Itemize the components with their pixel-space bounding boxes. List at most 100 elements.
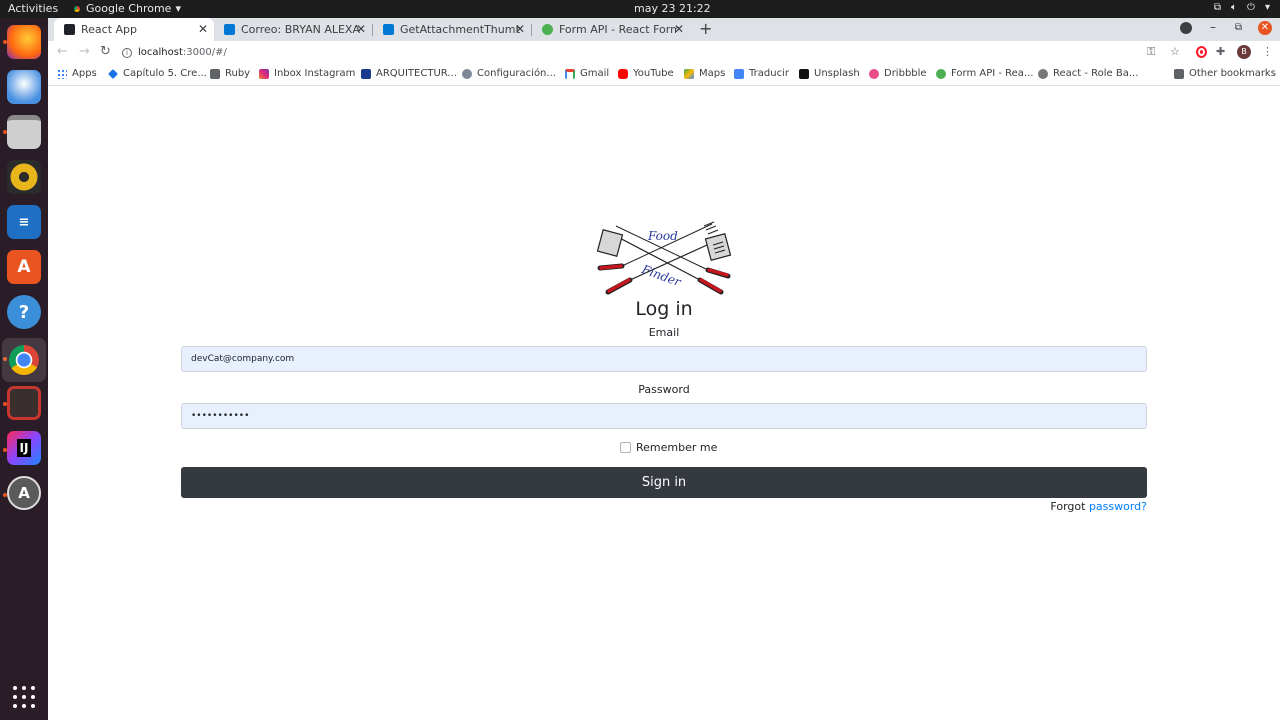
tab-search-icon[interactable] (1180, 22, 1192, 34)
password-value: ••••••••••• (191, 411, 250, 421)
tab-correo[interactable]: Correo: BRYAN ALEXANDE ✕ (214, 18, 372, 41)
translate-icon (734, 68, 744, 79)
bookmark-label: Form API - Rea... (951, 68, 1034, 79)
back-icon[interactable]: ← (57, 44, 68, 59)
window-close-icon[interactable]: ✕ (1258, 21, 1272, 35)
email-label: Email (648, 326, 680, 339)
system-tray[interactable]: ⧉ 🔈︎ ⏻ ▾ (1214, 2, 1270, 13)
intellij-logo-icon: IJ (16, 439, 32, 457)
unsplash-icon (799, 68, 809, 79)
bookmark-dribbble[interactable]: Dribbble (869, 68, 927, 79)
bookmark-capitulo[interactable]: Capítulo 5. Cre... (108, 68, 207, 79)
volume-icon: 🔈︎ (1231, 2, 1238, 13)
rhythmbox-icon[interactable] (7, 160, 41, 194)
bookmark-label: Ruby (225, 68, 251, 79)
password-field[interactable]: ••••••••••• (181, 403, 1147, 429)
remember-checkbox[interactable] (620, 442, 631, 453)
address-bar[interactable]: i localhost:3000/#/ (122, 43, 1172, 62)
activities-button[interactable]: Activities (8, 2, 58, 15)
thunderbird-icon[interactable] (7, 70, 41, 104)
close-icon[interactable]: ✕ (674, 22, 684, 36)
profile-avatar[interactable]: B (1237, 45, 1251, 59)
bookmark-unsplash[interactable]: Unsplash (799, 68, 860, 79)
extensions-puzzle-icon[interactable]: ✚ (1216, 45, 1225, 58)
bookmark-arquitectura[interactable]: ARQUITECTUR... (361, 68, 457, 79)
chrome-icon-active[interactable] (2, 338, 46, 382)
bookmark-label: Inbox Instagram (274, 68, 356, 79)
forward-icon[interactable]: → (79, 44, 90, 59)
bookmark-label: Dribbble (884, 68, 927, 79)
folder-icon (1174, 68, 1184, 79)
bookmark-traducir[interactable]: Traducir (734, 68, 789, 79)
opera-extension-icon[interactable] (1196, 46, 1207, 58)
bookmark-label: ARQUITECTUR... (376, 68, 457, 79)
tab-form-api[interactable]: Form API - React Form Co ✕ (532, 18, 690, 41)
tab-react-app[interactable]: React App ✕ (54, 18, 214, 41)
password-label: Password (638, 383, 690, 396)
outlook-favicon-icon (383, 24, 394, 35)
bookmark-react-role[interactable]: React - Role Ba... (1038, 68, 1138, 79)
bookmark-configuracion[interactable]: Configuración... (462, 68, 556, 79)
page-content: Food Finder Log in Email devCat@company.… (48, 87, 1280, 720)
bookmark-star-icon[interactable]: ☆ (1170, 45, 1180, 58)
help-icon[interactable]: ? (7, 295, 41, 329)
bookmark-instagram[interactable]: Inbox Instagram (259, 68, 355, 79)
network-icon: ⧉ (1213, 2, 1222, 13)
close-icon[interactable]: ✕ (356, 22, 366, 36)
tab-title: Form API - React Form Co (559, 23, 679, 36)
tab-attachment[interactable]: GetAttachmentThumbnail ✕ (373, 18, 531, 41)
instagram-icon (259, 68, 269, 79)
intellij-icon[interactable]: IJ (7, 431, 41, 465)
chrome-icon (72, 3, 82, 14)
bookmark-label: Apps (72, 68, 97, 79)
system-top-bar: Activities Google Chrome ▾ may 23 21:22 … (0, 0, 1280, 18)
restore-icon[interactable]: ⧉ (1235, 22, 1242, 33)
bookmark-label: Maps (699, 68, 726, 79)
eu-flag-icon (361, 68, 371, 79)
forgot-prefix: Forgot (1050, 500, 1089, 513)
bookmark-gmail[interactable]: Gmail (565, 68, 609, 79)
bookmark-label: Gmail (580, 68, 610, 79)
bookmark-youtube[interactable]: YouTube (618, 68, 674, 79)
bookmark-ruby[interactable]: Ruby (210, 68, 250, 79)
close-icon[interactable]: ✕ (515, 22, 525, 36)
bookmark-maps[interactable]: Maps (684, 68, 725, 79)
minimize-icon[interactable]: – (1210, 20, 1216, 34)
tab-title: Correo: BRYAN ALEXANDE (241, 23, 361, 36)
bookmark-other[interactable]: Other bookmarks (1174, 68, 1276, 79)
firefox-icon[interactable] (7, 25, 41, 59)
bookmark-label: Unsplash (814, 68, 860, 79)
bookmark-form-api[interactable]: Form API - Rea... (936, 68, 1033, 79)
page-title: Log in (635, 298, 693, 320)
menu-kebab-icon[interactable]: ⋮ (1262, 45, 1273, 58)
files-icon[interactable] (7, 115, 41, 149)
sign-in-button[interactable]: Sign in (181, 467, 1147, 498)
app-menu[interactable]: Google Chrome ▾ (72, 2, 181, 15)
new-tab-button[interactable]: + (699, 19, 712, 38)
chevron-down-icon: ▾ (175, 2, 181, 15)
app-name: Google Chrome (86, 2, 172, 15)
youtube-icon (618, 68, 628, 79)
terminal-icon[interactable] (7, 386, 41, 420)
reload-icon[interactable]: ↻ (100, 44, 111, 59)
forgot-password-link[interactable]: password? (1089, 500, 1147, 513)
chrome-logo-icon (9, 345, 39, 375)
clock[interactable]: may 23 21:22 (634, 2, 711, 15)
bookmark-apps[interactable]: Apps (57, 68, 97, 79)
writer-icon[interactable]: ≡ (7, 205, 41, 239)
info-icon[interactable]: i (122, 47, 132, 58)
folder-icon (210, 68, 220, 79)
remember-me[interactable]: Remember me (620, 441, 717, 454)
email-field[interactable]: devCat@company.com (181, 346, 1147, 372)
food-finder-logo: Food Finder (596, 221, 732, 295)
outlook-favicon-icon (224, 24, 235, 35)
browser-toolbar: ← → ↻ i localhost:3000/#/ ⚿ ☆ ✚ B ⋮ (48, 41, 1280, 64)
show-applications-icon[interactable] (13, 686, 35, 708)
form-api-favicon-icon (542, 24, 553, 35)
tab-strip: React App ✕ Correo: BRYAN ALEXANDE ✕ Get… (48, 18, 1280, 41)
close-icon[interactable]: ✕ (198, 22, 208, 36)
remember-label: Remember me (636, 441, 718, 454)
software-icon[interactable]: A (7, 250, 41, 284)
updater-icon[interactable]: A (7, 476, 41, 510)
key-icon[interactable]: ⚿ (1147, 45, 1155, 59)
